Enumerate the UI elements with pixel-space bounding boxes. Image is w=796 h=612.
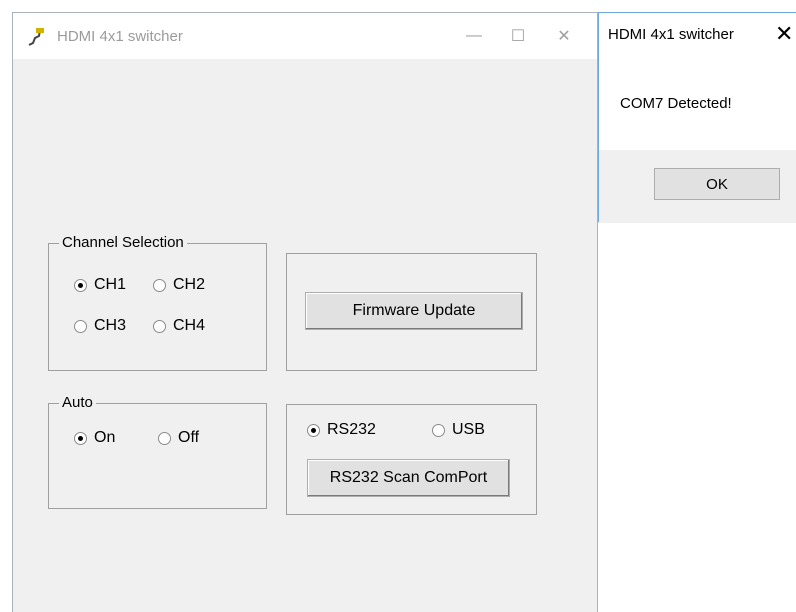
dialog-title-bar: HDMI 4x1 switcher ✕	[599, 13, 796, 55]
radio-auto-on-indicator	[74, 431, 87, 445]
minimize-icon: —	[466, 27, 482, 44]
dialog-message: COM7 Detected!	[620, 95, 732, 112]
radio-ch2[interactable]: CH2	[153, 276, 205, 294]
maximize-button[interactable]: ☐	[495, 13, 541, 59]
radio-ch4-indicator	[153, 319, 166, 333]
radio-ch4-label: CH4	[173, 317, 206, 334]
ok-button[interactable]: OK	[654, 168, 780, 200]
radio-auto-off[interactable]: Off	[158, 429, 199, 447]
maximize-icon: ☐	[510, 28, 526, 45]
radio-ch2-indicator	[153, 278, 166, 292]
message-dialog: HDMI 4x1 switcher ✕ COM7 Detected! OK	[598, 12, 796, 223]
radio-ch3-indicator	[74, 319, 87, 333]
radio-auto-off-label: Off	[178, 429, 200, 446]
radio-ch3[interactable]: CH3	[74, 317, 126, 335]
radio-rs232-indicator	[307, 423, 320, 437]
channel-selection-group: Channel Selection	[48, 234, 267, 371]
radio-rs232[interactable]: RS232	[307, 421, 376, 439]
radio-ch2-label: CH2	[173, 276, 206, 293]
auto-group: Auto	[48, 394, 267, 509]
radio-ch1-label: CH1	[94, 276, 127, 293]
radio-auto-off-indicator	[158, 431, 171, 445]
radio-ch4[interactable]: CH4	[153, 317, 205, 335]
rs232-scan-comport-button[interactable]: RS232 Scan ComPort	[307, 459, 510, 497]
radio-auto-on[interactable]: On	[74, 429, 115, 447]
close-button[interactable]: ✕	[541, 13, 587, 59]
channel-selection-legend: Channel Selection	[59, 234, 187, 252]
radio-usb[interactable]: USB	[432, 421, 485, 439]
close-icon: ✕	[557, 28, 571, 45]
app-icon	[28, 28, 44, 46]
title-bar: HDMI 4x1 switcher — ☐ ✕	[13, 13, 597, 59]
main-window: HDMI 4x1 switcher — ☐ ✕ Channel Selectio…	[12, 12, 598, 612]
radio-ch1-indicator	[74, 278, 87, 292]
radio-ch1[interactable]: CH1	[74, 276, 126, 294]
dialog-title: HDMI 4x1 switcher	[608, 26, 734, 43]
firmware-update-button[interactable]: Firmware Update	[305, 292, 523, 330]
auto-legend: Auto	[59, 394, 96, 412]
dialog-close-icon[interactable]: ✕	[775, 21, 793, 47]
radio-auto-on-label: On	[94, 429, 116, 446]
window-title: HDMI 4x1 switcher	[57, 28, 183, 45]
radio-rs232-label: RS232	[327, 421, 376, 438]
minimize-button[interactable]: —	[451, 13, 497, 59]
radio-usb-indicator	[432, 423, 445, 437]
radio-ch3-label: CH3	[94, 317, 127, 334]
radio-usb-label: USB	[452, 421, 485, 438]
